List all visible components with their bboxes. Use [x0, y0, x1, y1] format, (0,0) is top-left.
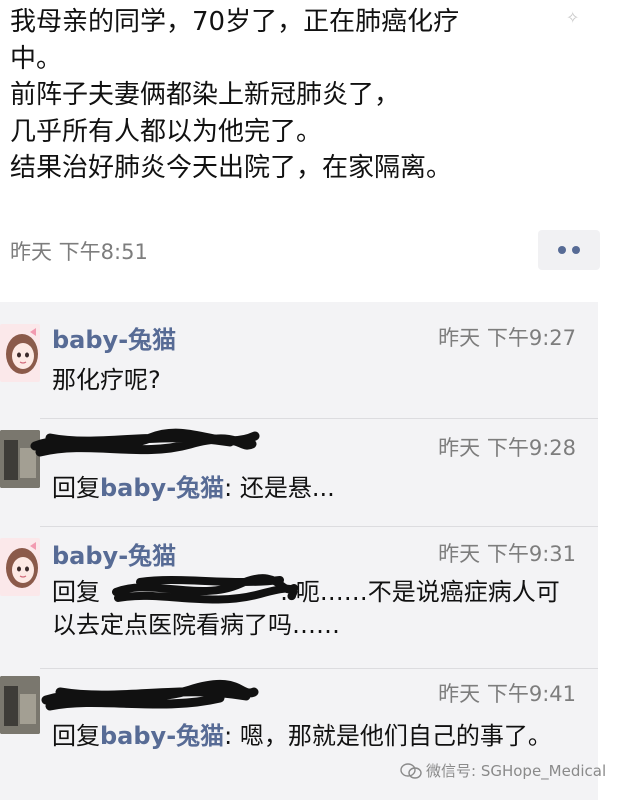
post-line: 结果治好肺炎今天出院了，在家隔离。	[10, 153, 453, 183]
post-content: 我母亲的同学，70岁了，正在肺癌化疗 中。 前阵子夫妻俩都染上新冠肺炎了， 几乎…	[10, 4, 615, 187]
comment-text: 那化疗呢?	[52, 364, 582, 397]
avatar[interactable]	[0, 538, 40, 596]
comment-time: 昨天 下午9:41	[438, 682, 576, 706]
more-options-icon	[558, 246, 566, 254]
comment-text-content: : 还是悬...	[224, 474, 335, 502]
comment-text: 回复baby-兔猫: 嗯，那就是他们自己的事了。	[52, 720, 582, 753]
more-options-icon-dot	[572, 246, 580, 254]
commenter-name[interactable]: baby-兔猫	[52, 320, 176, 355]
post-line: 前阵子夫妻俩都染上新冠肺炎了，	[10, 80, 401, 110]
comment-divider	[40, 418, 598, 419]
avatar[interactable]	[0, 324, 40, 382]
avatar-girl-illustration	[6, 328, 38, 374]
avatar-girl-illustration	[6, 542, 38, 588]
more-options-button[interactable]	[538, 230, 600, 270]
comment-time: 昨天 下午9:31	[438, 542, 576, 566]
commenter-name[interactable]: baby-兔猫	[52, 536, 176, 571]
redaction-scribble	[30, 428, 260, 457]
reply-prefix: 回复	[52, 722, 100, 750]
comment-text: 回复baby-兔猫: 还是悬...	[52, 472, 582, 505]
comment-text-content: : 呃……不是说癌症病人可以去定点医院看病了吗……	[52, 578, 560, 639]
avatar-photo-image	[0, 676, 40, 734]
redaction-scribble	[41, 680, 259, 711]
comment-text-content: 那化疗呢?	[52, 366, 161, 394]
comments-panel: baby-兔猫 昨天 下午9:27 那化疗呢? 昨天 下午9:28 回复baby…	[0, 302, 598, 800]
reply-target-name[interactable]: baby-兔猫	[100, 722, 224, 750]
comment-item[interactable]: baby-兔猫 昨天 下午9:31 回复: 呃……不是说癌症病人可以去定点医院看…	[0, 536, 598, 666]
avatar[interactable]	[0, 676, 40, 734]
corner-mark-icon: ✧	[566, 8, 580, 27]
comment-item[interactable]: baby-兔猫 昨天 下午9:27 那化疗呢?	[0, 320, 598, 418]
wechat-logo-icon	[400, 762, 422, 779]
post-line: 几乎所有人都以为他完了。	[10, 116, 323, 147]
avatar-photo-image	[0, 430, 40, 488]
comment-text-content: : 嗯，那就是他们自己的事了。	[224, 722, 552, 750]
watermark: 微信号: SGHope_Medical	[400, 760, 606, 781]
comment-text: 回复: 呃……不是说癌症病人可以去定点医院看病了吗……	[52, 576, 577, 642]
post-line: 中。	[10, 43, 63, 74]
watermark-text: 微信号: SGHope_Medical	[426, 762, 607, 780]
reply-target-name[interactable]: baby-兔猫	[100, 474, 224, 502]
comment-divider	[40, 668, 598, 669]
post-timestamp: 昨天 下午8:51	[10, 240, 148, 264]
comment-divider	[40, 526, 598, 527]
comment-item[interactable]: 昨天 下午9:41 回复baby-兔猫: 嗯，那就是他们自己的事了。	[0, 676, 598, 800]
avatar[interactable]	[0, 430, 40, 488]
reply-prefix: 回复	[52, 578, 100, 606]
post-line: 我母亲的同学，70岁了，正在肺癌化疗	[10, 7, 460, 37]
comment-item[interactable]: 昨天 下午9:28 回复baby-兔猫: 还是悬...	[0, 428, 598, 522]
comment-time: 昨天 下午9:27	[438, 326, 576, 350]
comment-time: 昨天 下午9:28	[438, 436, 576, 460]
reply-prefix: 回复	[52, 474, 100, 502]
